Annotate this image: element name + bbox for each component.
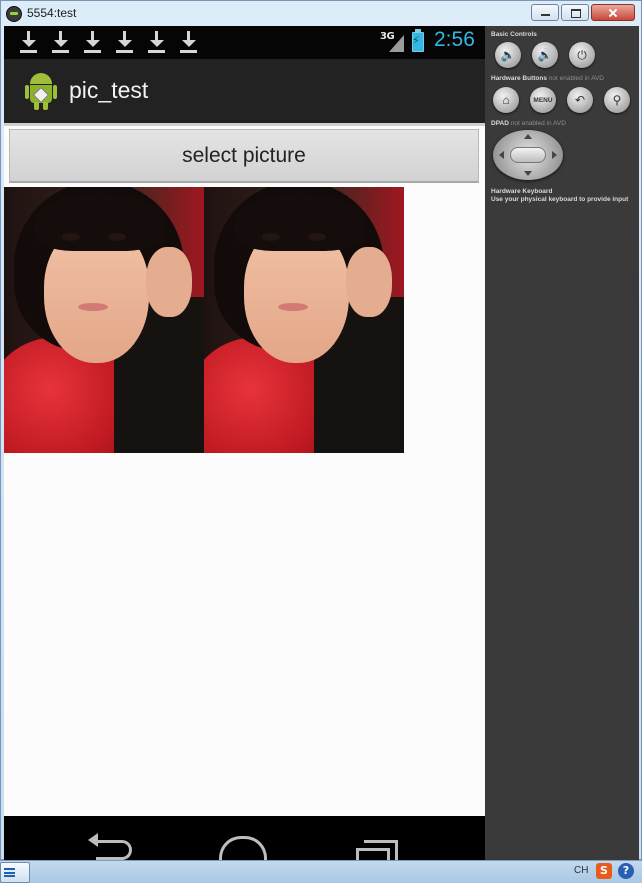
emulator-control-panel: Basic Controls 🔈 🔊 ⏻ Hardware Buttons no… [485, 26, 639, 861]
download-icon [20, 31, 38, 53]
tray-language[interactable]: CH [574, 865, 588, 876]
download-icon [116, 31, 134, 53]
window-titlebar[interactable]: 5554:test [1, 1, 641, 26]
dpad-right-icon[interactable] [552, 151, 557, 159]
window-title: 5554:test [27, 6, 77, 20]
volume-up-icon[interactable]: 🔊 [532, 42, 558, 68]
android-robot-icon[interactable] [25, 73, 57, 111]
emulator-app-icon [6, 6, 22, 22]
home-icon[interactable] [219, 836, 267, 861]
back-icon[interactable] [88, 833, 132, 861]
dpad-left-icon[interactable] [499, 151, 504, 159]
status-bar: 3G 2:56 [4, 26, 485, 59]
picture-thumbnail [4, 187, 204, 453]
minimize-button[interactable] [531, 4, 559, 21]
signal-icon [389, 35, 404, 52]
select-picture-button[interactable]: select picture [9, 129, 479, 183]
tray-help-icon[interactable]: ? [618, 863, 634, 879]
download-icon [84, 31, 102, 53]
search-icon[interactable]: ⚲ [604, 87, 630, 113]
tray-ime-icon[interactable]: S [596, 863, 612, 879]
close-button[interactable] [591, 4, 635, 21]
taskbar-app-icon[interactable] [0, 862, 30, 883]
download-icon [52, 31, 70, 53]
back-icon[interactable]: ↶ [567, 87, 593, 113]
home-icon[interactable]: ⌂ [493, 87, 519, 113]
window-controls [529, 4, 635, 21]
action-bar: pic_test [4, 59, 485, 126]
menu-button[interactable]: MENU [530, 87, 556, 113]
keyboard-note: Use your physical keyboard to provide in… [491, 196, 629, 203]
hardware-buttons-label: Hardware Buttons not enabled in AVD [491, 75, 604, 82]
keyboard-label: Hardware Keyboard [491, 188, 553, 195]
dpad-down-icon[interactable] [524, 171, 532, 176]
power-icon[interactable]: ⏻ [569, 42, 595, 68]
dpad-up-icon[interactable] [524, 134, 532, 139]
recent-apps-icon[interactable] [356, 840, 398, 861]
picture-thumbnail [204, 187, 404, 453]
maximize-button[interactable] [561, 4, 589, 21]
dpad-center-button[interactable] [510, 147, 546, 163]
emulator-window: 5554:test 3G 2:56 p [0, 0, 642, 861]
dpad-control[interactable] [493, 130, 563, 180]
basic-controls-label: Basic Controls [491, 31, 537, 38]
battery-charging-icon [412, 29, 424, 52]
main-content: select picture [4, 126, 485, 816]
status-clock: 2:56 [434, 28, 475, 51]
os-taskbar: CH S ? [0, 860, 642, 883]
app-title: pic_test [69, 77, 149, 103]
volume-down-icon[interactable]: 🔈 [495, 42, 521, 68]
navigation-bar [4, 816, 485, 861]
download-icon [180, 31, 198, 53]
device-screen[interactable]: 3G 2:56 pic_test select picture [4, 26, 485, 861]
download-icon [148, 31, 166, 53]
dpad-label: DPAD not enabled in AVD [491, 120, 566, 127]
